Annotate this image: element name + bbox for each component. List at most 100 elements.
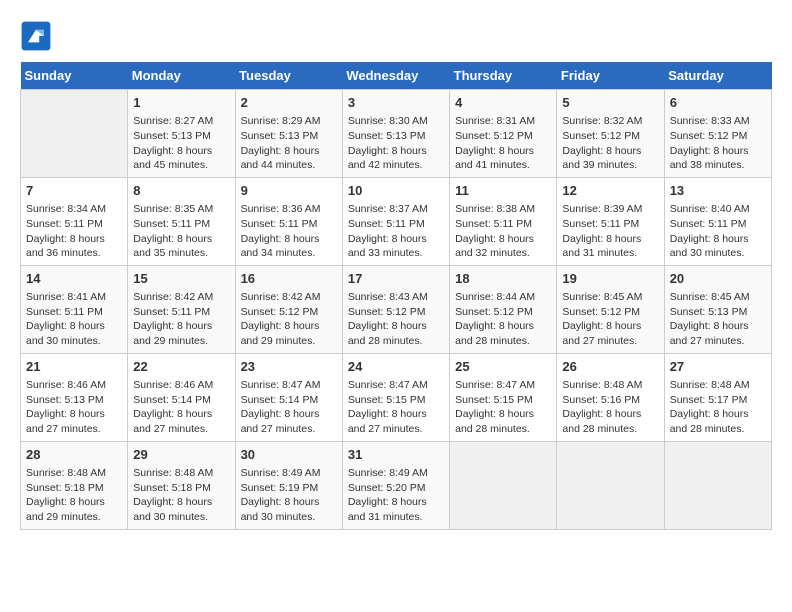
day-info: Sunrise: 8:48 AM	[26, 466, 122, 481]
day-info: Sunset: 5:12 PM	[562, 305, 658, 320]
day-number: 2	[241, 94, 337, 112]
day-info: Sunset: 5:18 PM	[26, 481, 122, 496]
day-info: Sunset: 5:13 PM	[670, 305, 766, 320]
day-number: 14	[26, 270, 122, 288]
header-tuesday: Tuesday	[235, 62, 342, 90]
day-info: Sunset: 5:11 PM	[133, 305, 229, 320]
day-info: Daylight: 8 hours and 30 minutes.	[670, 232, 766, 261]
day-number: 29	[133, 446, 229, 464]
day-info: Daylight: 8 hours and 27 minutes.	[348, 407, 444, 436]
day-number: 30	[241, 446, 337, 464]
day-info: Sunset: 5:11 PM	[133, 217, 229, 232]
calendar-cell: 25Sunrise: 8:47 AMSunset: 5:15 PMDayligh…	[450, 353, 557, 441]
day-info: Daylight: 8 hours and 29 minutes.	[26, 495, 122, 524]
calendar-cell: 13Sunrise: 8:40 AMSunset: 5:11 PMDayligh…	[664, 177, 771, 265]
day-info: Sunrise: 8:36 AM	[241, 202, 337, 217]
day-info: Daylight: 8 hours and 32 minutes.	[455, 232, 551, 261]
day-info: Daylight: 8 hours and 29 minutes.	[241, 319, 337, 348]
day-info: Sunrise: 8:27 AM	[133, 114, 229, 129]
day-info: Sunrise: 8:47 AM	[348, 378, 444, 393]
page-header	[20, 20, 772, 52]
day-info: Daylight: 8 hours and 31 minutes.	[562, 232, 658, 261]
day-number: 10	[348, 182, 444, 200]
day-info: Sunrise: 8:45 AM	[562, 290, 658, 305]
day-number: 19	[562, 270, 658, 288]
day-info: Daylight: 8 hours and 42 minutes.	[348, 144, 444, 173]
day-info: Sunset: 5:13 PM	[26, 393, 122, 408]
calendar-cell: 4Sunrise: 8:31 AMSunset: 5:12 PMDaylight…	[450, 90, 557, 178]
calendar-cell: 8Sunrise: 8:35 AMSunset: 5:11 PMDaylight…	[128, 177, 235, 265]
calendar-week-1: 1Sunrise: 8:27 AMSunset: 5:13 PMDaylight…	[21, 90, 772, 178]
day-info: Daylight: 8 hours and 28 minutes.	[455, 319, 551, 348]
calendar-cell: 2 Sunrise: 8:29 AMSunset: 5:13 PMDaylight…	[235, 90, 342, 178]
day-info: Daylight: 8 hours and 27 minutes.	[670, 319, 766, 348]
day-info: Daylight: 8 hours and 30 minutes.	[241, 495, 337, 524]
day-info: Sunrise: 8:30 AM	[348, 114, 444, 129]
day-info: Sunset: 5:18 PM	[133, 481, 229, 496]
day-info: Sunset: 5:12 PM	[241, 305, 337, 320]
day-info: Sunrise: 8:48 AM	[670, 378, 766, 393]
calendar-cell: 3Sunrise: 8:30 AMSunset: 5:13 PMDaylight…	[342, 90, 449, 178]
day-info: Sunrise: 8:40 AM	[670, 202, 766, 217]
calendar-cell: 28Sunrise: 8:48 AMSunset: 5:18 PMDayligh…	[21, 441, 128, 529]
day-info: Sunset: 5:12 PM	[562, 129, 658, 144]
header-sunday: Sunday	[21, 62, 128, 90]
header-saturday: Saturday	[664, 62, 771, 90]
calendar-cell: 30Sunrise: 8:49 AMSunset: 5:19 PMDayligh…	[235, 441, 342, 529]
day-info: Sunset: 5:12 PM	[455, 305, 551, 320]
day-info: Sunrise: 8:29 AM	[241, 114, 337, 129]
calendar-cell: 9Sunrise: 8:36 AMSunset: 5:11 PMDaylight…	[235, 177, 342, 265]
day-info: Sunrise: 8:43 AM	[348, 290, 444, 305]
day-info: Sunset: 5:11 PM	[670, 217, 766, 232]
day-info: Sunset: 5:13 PM	[133, 129, 229, 144]
day-number: 1	[133, 94, 229, 112]
day-info: Sunset: 5:13 PM	[241, 129, 337, 144]
day-info: Sunrise: 8:46 AM	[26, 378, 122, 393]
day-number: 8	[133, 182, 229, 200]
day-number: 11	[455, 182, 551, 200]
calendar-cell: 31Sunrise: 8:49 AMSunset: 5:20 PMDayligh…	[342, 441, 449, 529]
day-info: Sunset: 5:11 PM	[348, 217, 444, 232]
day-number: 16	[241, 270, 337, 288]
logo	[20, 20, 56, 52]
day-info: Sunset: 5:20 PM	[348, 481, 444, 496]
day-info: Daylight: 8 hours and 45 minutes.	[133, 144, 229, 173]
day-info: Sunrise: 8:47 AM	[455, 378, 551, 393]
day-info: Sunrise: 8:35 AM	[133, 202, 229, 217]
day-number: 26	[562, 358, 658, 376]
calendar-cell: 1 Sunrise: 8:27 AMSunset: 5:13 PMDaylight…	[128, 90, 235, 178]
calendar-cell: 22Sunrise: 8:46 AMSunset: 5:14 PMDayligh…	[128, 353, 235, 441]
day-info: Daylight: 8 hours and 44 minutes.	[241, 144, 337, 173]
day-info: Sunset: 5:11 PM	[562, 217, 658, 232]
calendar-cell: 12Sunrise: 8:39 AMSunset: 5:11 PMDayligh…	[557, 177, 664, 265]
calendar-cell: 14Sunrise: 8:41 AMSunset: 5:11 PMDayligh…	[21, 265, 128, 353]
day-info: Sunrise: 8:37 AM	[348, 202, 444, 217]
calendar-cell	[664, 441, 771, 529]
day-info: Daylight: 8 hours and 27 minutes.	[26, 407, 122, 436]
day-number: 20	[670, 270, 766, 288]
day-number: 15	[133, 270, 229, 288]
calendar-cell: 27Sunrise: 8:48 AMSunset: 5:17 PMDayligh…	[664, 353, 771, 441]
calendar-cell	[450, 441, 557, 529]
day-info: Daylight: 8 hours and 30 minutes.	[133, 495, 229, 524]
calendar-cell: 6Sunrise: 8:33 AMSunset: 5:12 PMDaylight…	[664, 90, 771, 178]
day-number: 31	[348, 446, 444, 464]
day-info: Sunrise: 8:42 AM	[133, 290, 229, 305]
calendar-cell	[557, 441, 664, 529]
day-number: 27	[670, 358, 766, 376]
calendar-cell	[21, 90, 128, 178]
calendar-cell: 29Sunrise: 8:48 AMSunset: 5:18 PMDayligh…	[128, 441, 235, 529]
calendar-cell: 19Sunrise: 8:45 AMSunset: 5:12 PMDayligh…	[557, 265, 664, 353]
day-info: Daylight: 8 hours and 36 minutes.	[26, 232, 122, 261]
calendar-header-row: SundayMondayTuesdayWednesdayThursdayFrid…	[21, 62, 772, 90]
day-info: Sunrise: 8:45 AM	[670, 290, 766, 305]
header-thursday: Thursday	[450, 62, 557, 90]
day-info: Daylight: 8 hours and 27 minutes.	[133, 407, 229, 436]
day-info: Sunrise: 8:49 AM	[348, 466, 444, 481]
day-info: Daylight: 8 hours and 38 minutes.	[670, 144, 766, 173]
day-info: Sunrise: 8:47 AM	[241, 378, 337, 393]
header-friday: Friday	[557, 62, 664, 90]
calendar-table: SundayMondayTuesdayWednesdayThursdayFrid…	[20, 62, 772, 530]
calendar-cell: 21Sunrise: 8:46 AMSunset: 5:13 PMDayligh…	[21, 353, 128, 441]
day-info: Daylight: 8 hours and 28 minutes.	[455, 407, 551, 436]
